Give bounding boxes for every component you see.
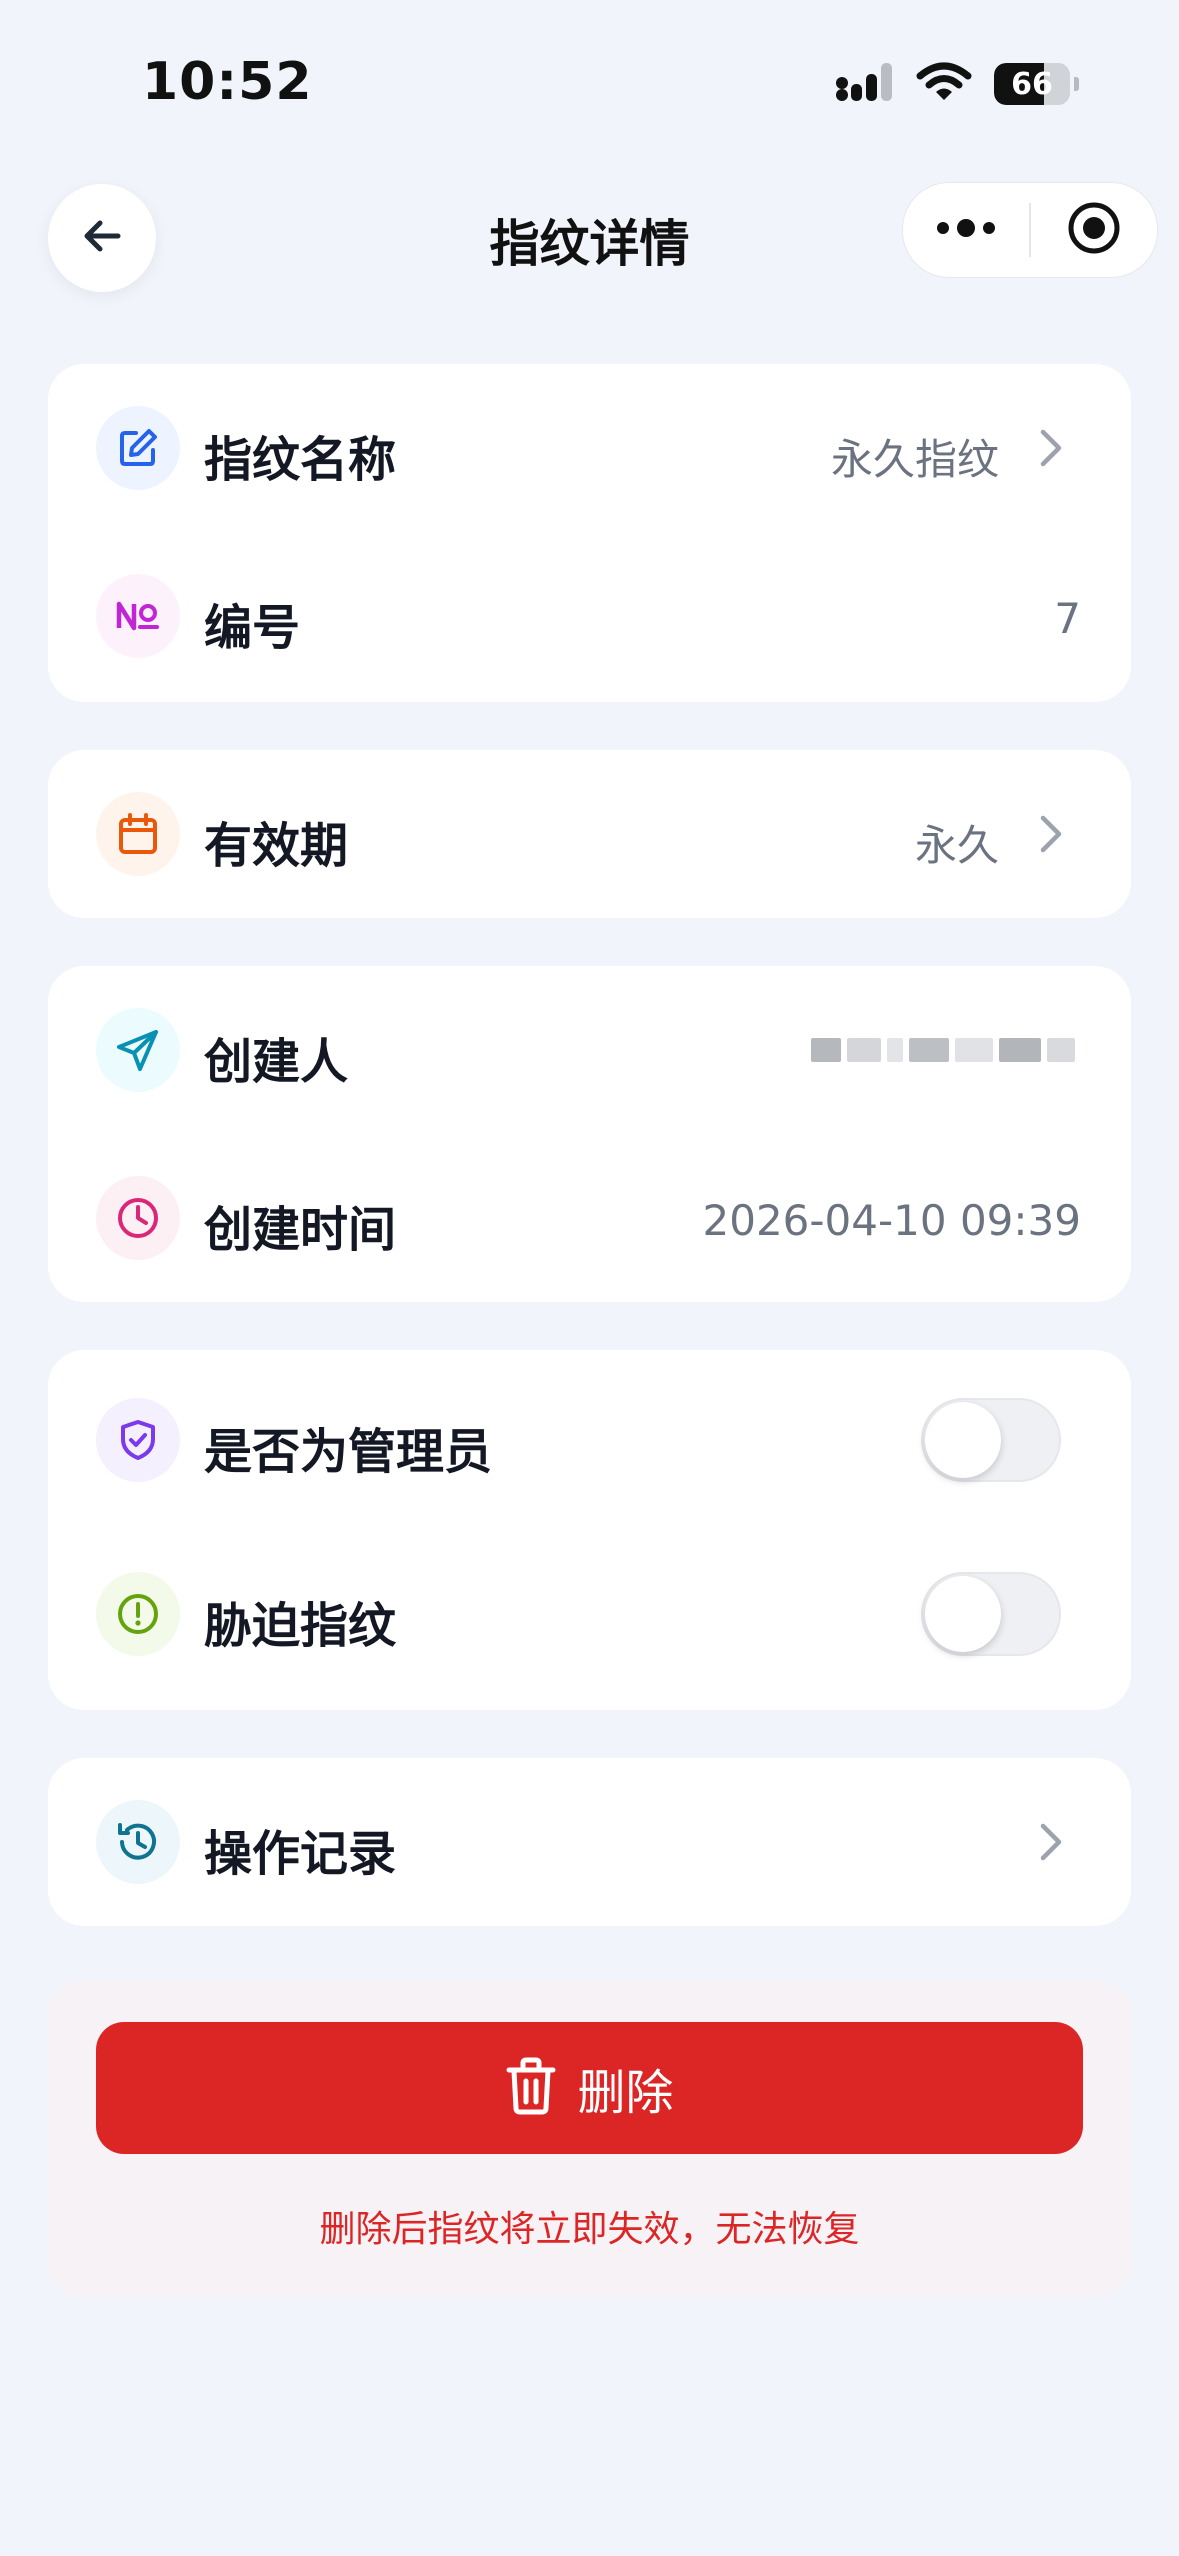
delete-warning-text: 删除后指纹将立即失效，无法恢复 — [319, 2209, 860, 2250]
mini-program-capsule — [902, 182, 1158, 278]
toggle-knob — [925, 1402, 1001, 1478]
edit-icon — [96, 406, 180, 490]
more-dots-icon — [935, 216, 997, 244]
battery-level: 66 — [1011, 66, 1053, 102]
settings-card: 是否为管理员 胁迫指纹 — [48, 1350, 1131, 1710]
admin-toggle[interactable] — [921, 1398, 1061, 1482]
cellular-signal-icon — [836, 62, 894, 106]
admin-row: 是否为管理员 — [48, 1350, 1131, 1530]
operation-log-label: 操作记录 — [204, 1826, 397, 1882]
status-time: 10:52 — [142, 52, 313, 112]
created-time-label: 创建时间 — [204, 1202, 397, 1258]
alert-circle-icon — [96, 1572, 180, 1656]
battery-icon: 66 — [994, 63, 1070, 105]
wifi-icon — [916, 62, 972, 106]
chevron-right-icon — [1031, 814, 1071, 854]
admin-label: 是否为管理员 — [204, 1424, 493, 1480]
delete-button[interactable]: 删除 — [96, 2022, 1083, 2154]
validity-card: 有效期 永久 — [48, 750, 1131, 918]
creator-card: 创建人 创建时间 2026-04-10 09:39 — [48, 966, 1131, 1302]
number-row: 编号 7 — [48, 532, 1131, 700]
shield-check-icon — [96, 1398, 180, 1482]
created-time-value: 2026-04-10 09:39 — [702, 1196, 1081, 1245]
status-icons: 66 — [836, 62, 1079, 106]
validity-label: 有效期 — [204, 818, 349, 874]
validity-value: 永久 — [914, 821, 999, 870]
validity-row[interactable]: 有效期 永久 — [48, 750, 1131, 918]
send-icon — [96, 1008, 180, 1092]
duress-toggle[interactable] — [921, 1572, 1061, 1656]
toggle-knob — [925, 1576, 1001, 1652]
fingerprint-name-value: 永久指纹 — [830, 435, 999, 484]
duress-row: 胁迫指纹 — [48, 1530, 1131, 1710]
fingerprint-name-row[interactable]: 指纹名称 永久指纹 — [48, 364, 1131, 532]
status-bar: 10:52 66 — [0, 0, 1179, 160]
close-miniprogram-button[interactable] — [1031, 183, 1157, 277]
info-card: 指纹名称 永久指纹 编号 7 — [48, 364, 1131, 702]
creator-label: 创建人 — [204, 1034, 349, 1090]
number-sign-icon — [96, 574, 180, 658]
fingerprint-name-label: 指纹名称 — [204, 432, 397, 488]
creator-row: 创建人 — [48, 966, 1131, 1134]
target-circle-icon — [1066, 200, 1122, 260]
duress-label: 胁迫指纹 — [204, 1598, 397, 1654]
more-button[interactable] — [903, 183, 1029, 277]
delete-button-label: 删除 — [577, 2065, 674, 2121]
history-icon — [96, 1800, 180, 1884]
calendar-icon — [96, 792, 180, 876]
delete-panel: 删除 删除后指纹将立即失效，无法恢复 — [48, 1980, 1131, 2298]
clock-icon — [96, 1176, 180, 1260]
creator-value-redacted — [811, 1038, 1075, 1062]
chevron-right-icon — [1031, 428, 1071, 468]
number-label: 编号 — [204, 600, 301, 656]
chevron-right-icon — [1031, 1822, 1071, 1862]
operation-log-row[interactable]: 操作记录 — [48, 1758, 1131, 1926]
number-value: 7 — [1054, 594, 1081, 643]
created-time-row: 创建时间 2026-04-10 09:39 — [48, 1134, 1131, 1302]
log-card: 操作记录 — [48, 1758, 1131, 1926]
trash-icon — [505, 2057, 557, 2119]
